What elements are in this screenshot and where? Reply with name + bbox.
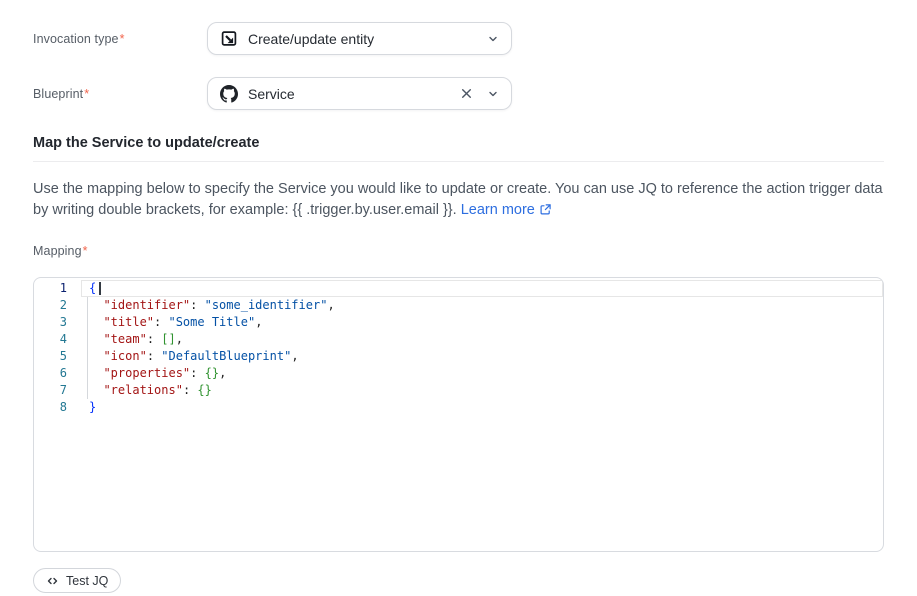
section-description: Use the mapping below to specify the Ser… — [33, 179, 884, 221]
line-number: 1 — [34, 280, 81, 297]
description-text: Use the mapping below to specify the Ser… — [33, 181, 883, 218]
entity-import-icon — [220, 30, 238, 48]
invocation-type-label: Invocation type* — [33, 32, 207, 46]
line-number: 4 — [34, 331, 81, 348]
blueprint-label: Blueprint* — [33, 87, 207, 101]
mapping-code-editor[interactable]: 1{2 "identifier": "some_identifier",3 "t… — [33, 277, 884, 552]
blueprint-value: Service — [248, 86, 450, 102]
code-line: } — [81, 399, 883, 416]
chevron-down-icon[interactable] — [487, 33, 499, 45]
mapping-label-text: Mapping — [33, 244, 82, 258]
invocation-type-value: Create/update entity — [248, 31, 477, 47]
test-jq-button[interactable]: Test JQ — [33, 568, 121, 593]
line-number: 8 — [34, 399, 81, 416]
code-brackets-icon — [46, 575, 59, 587]
blueprint-row: Blueprint* Service — [33, 77, 884, 110]
chevron-down-icon[interactable] — [487, 88, 499, 100]
learn-more-label: Learn more — [461, 202, 535, 218]
editor-line[interactable]: 1{ — [34, 280, 883, 297]
line-number: 2 — [34, 297, 81, 314]
editor-line[interactable]: 3 "title": "Some Title", — [34, 314, 883, 331]
blueprint-select[interactable]: Service — [207, 77, 512, 110]
editor-line[interactable]: 2 "identifier": "some_identifier", — [34, 297, 883, 314]
editor-line[interactable]: 8} — [34, 399, 883, 416]
blueprint-label-text: Blueprint — [33, 87, 83, 101]
action-mapping-form: Invocation type* Create/update entity Bl… — [0, 22, 917, 596]
editor-line[interactable]: 4 "team": [], — [34, 331, 883, 348]
code-line: "icon": "DefaultBlueprint", — [81, 348, 883, 365]
invocation-type-label-text: Invocation type — [33, 32, 119, 46]
invocation-type-select[interactable]: Create/update entity — [207, 22, 512, 55]
learn-more-link[interactable]: Learn more — [461, 202, 552, 218]
code-line: "team": [], — [81, 331, 883, 348]
line-number: 7 — [34, 382, 81, 399]
editor-lines: 1{2 "identifier": "some_identifier",3 "t… — [34, 280, 883, 416]
clear-selection-icon[interactable] — [460, 87, 473, 100]
code-line: "relations": {} — [81, 382, 883, 399]
invocation-type-row: Invocation type* Create/update entity — [33, 22, 884, 55]
mapping-label: Mapping* — [33, 244, 884, 258]
line-number: 3 — [34, 314, 81, 331]
editor-line[interactable]: 7 "relations": {} — [34, 382, 883, 399]
line-number: 5 — [34, 348, 81, 365]
external-link-icon — [539, 203, 552, 216]
required-asterisk: * — [83, 244, 88, 258]
github-icon — [220, 85, 238, 103]
editor-line[interactable]: 6 "properties": {}, — [34, 365, 883, 382]
code-line: "title": "Some Title", — [81, 314, 883, 331]
section-divider — [33, 161, 884, 162]
section-heading: Map the Service to update/create — [33, 135, 884, 151]
test-jq-label: Test JQ — [66, 574, 108, 588]
code-line: "properties": {}, — [81, 365, 883, 382]
editor-line[interactable]: 5 "icon": "DefaultBlueprint", — [34, 348, 883, 365]
text-cursor — [99, 282, 101, 295]
required-asterisk: * — [120, 32, 125, 46]
code-line: "identifier": "some_identifier", — [81, 297, 883, 314]
code-line: { — [81, 280, 883, 297]
line-number: 6 — [34, 365, 81, 382]
required-asterisk: * — [84, 87, 89, 101]
indent-guide — [87, 297, 88, 399]
